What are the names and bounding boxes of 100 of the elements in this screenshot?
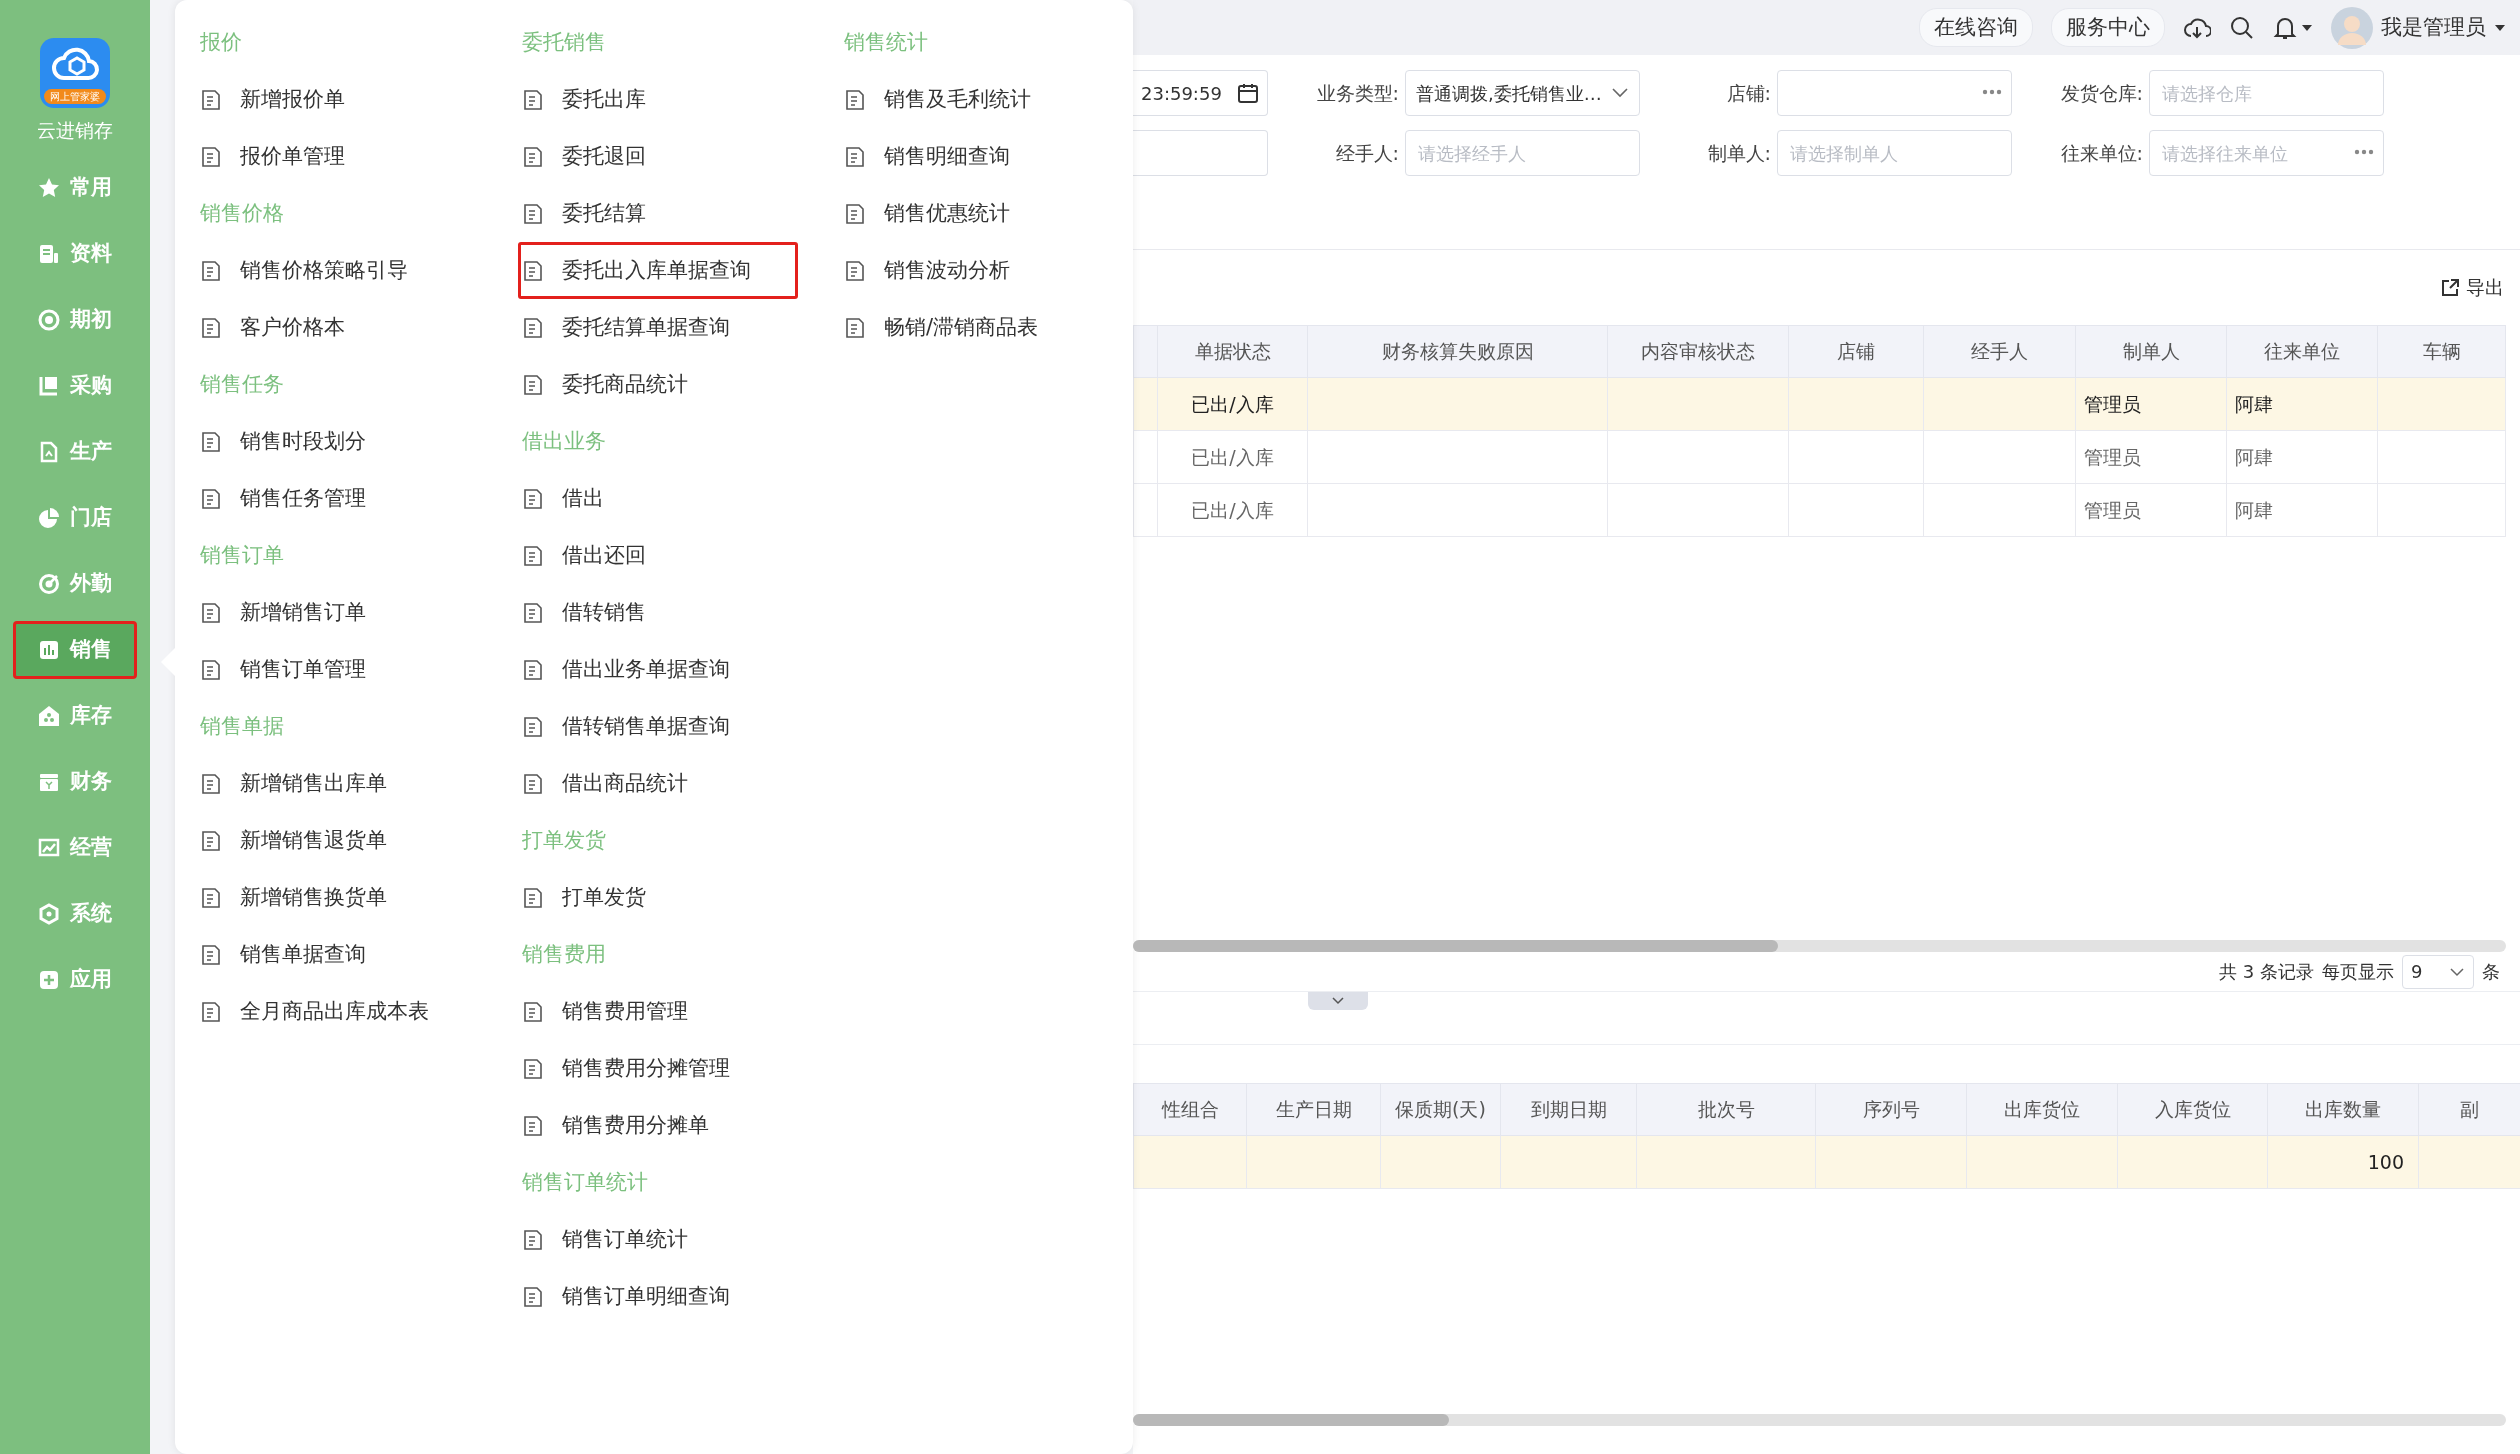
text-field[interactable]: 请选择仓库 [2149,70,2384,116]
target-icon [38,572,60,595]
text-field[interactable]: 请选择经手人 [1405,130,1640,176]
chart-icon [38,836,60,859]
table-cell: 管理员 [2075,377,2227,431]
document-icon [200,943,222,966]
menu-item[interactable]: 新增销售换货单 [196,869,476,926]
table-row[interactable]: 100 [1133,1135,2520,1189]
collapse-tab[interactable] [1308,992,1368,1010]
menu-item[interactable]: 销售任务管理 [196,470,476,527]
page-size-select[interactable]: 9 [2402,954,2474,989]
menu-item[interactable]: 销售费用管理 [518,983,798,1040]
column-header: 副 [2418,1083,2520,1136]
more-icon[interactable] [1982,89,2002,95]
menu-item[interactable]: 借出商品统计 [518,755,798,812]
document-icon [200,829,222,852]
table-cell: 100 [2267,1135,2419,1189]
document-icon [522,373,544,396]
menu-item[interactable]: 销售明细查询 [840,128,1120,185]
column-header: 出库数量 [2267,1083,2419,1136]
scrollbar-thumb[interactable] [1133,940,1779,952]
menu-item[interactable]: 委托商品统计 [518,356,798,413]
pie-chart-icon [38,506,60,529]
field-label: 经手人: [1334,140,1400,166]
topbar-button[interactable]: 在线咨询 [1919,7,2033,48]
menu-item[interactable]: 客户价格本 [196,299,476,356]
select-field[interactable]: 普通调拨,委托销售业… [1405,70,1640,116]
document-icon [200,601,222,624]
caret-icon [2301,23,2313,32]
text-field[interactable] [1133,130,1268,176]
text-field[interactable]: 请选择制单人 [1777,130,2012,176]
menu-item[interactable]: 打单发货 [518,869,798,926]
menu-item[interactable]: 销售优惠统计 [840,185,1120,242]
menu-group-heading: 销售价格 [200,199,285,227]
menu-item[interactable]: 销售单据查询 [196,926,476,983]
table-row[interactable]: 已出/入库 管理员 阿肆 [1133,483,2506,537]
menu-item[interactable]: 销售订单管理 [196,641,476,698]
page-size-value: 9 [2411,960,2423,984]
picker-field[interactable]: 请选择往来单位 [2149,130,2384,176]
picker-field[interactable] [1777,70,2012,116]
export-link[interactable]: 导出 [2440,273,2504,302]
table-row[interactable]: 已出/入库 管理员 阿肆 [1133,430,2506,484]
document-icon [522,1285,544,1308]
menu-item[interactable]: 销售订单统计 [518,1211,798,1268]
document-icon [522,202,544,225]
scrollbar-thumb[interactable] [1133,1414,1449,1426]
menu-item[interactable]: 销售价格策略引导 [196,242,476,299]
menu-item[interactable]: 借转销售 [518,584,798,641]
menu-item[interactable]: 借出还回 [518,527,798,584]
menu-item[interactable]: 新增销售出库单 [196,755,476,812]
document-icon [844,316,866,339]
menu-item[interactable]: 新增报价单 [196,71,476,128]
menu-group-heading: 打单发货 [522,826,607,854]
menu-group-heading: 销售单据 [200,712,285,740]
user-name[interactable]: 我是管理员 [2381,11,2486,44]
document-icon [522,715,544,738]
field-label: 往来单位: [2059,140,2144,166]
search-icon[interactable] [2229,14,2255,41]
column-header: 保质期(天) [1380,1083,1501,1136]
menu-item[interactable]: 借出 [518,470,798,527]
menu-item[interactable]: 委托退回 [518,128,798,185]
menu-item[interactable]: 委托出库 [518,71,798,128]
menu-item[interactable]: 借出业务单据查询 [518,641,798,698]
column-header: 车辆 [2377,325,2506,378]
menu-item[interactable]: 全月商品出库成本表 [196,983,476,1040]
scrollbar-track[interactable] [1133,1414,2506,1426]
column-header: 序列号 [1815,1083,1967,1136]
field-label: 发货仓库: [2059,80,2144,106]
table-cell: 已出/入库 [1157,483,1308,537]
file-icon [38,440,60,463]
menu-item[interactable]: 销售波动分析 [840,242,1120,299]
document-icon [522,658,544,681]
page-size-label: 每页显示 [2322,960,2394,984]
menu-group-heading: 借出业务 [522,427,607,455]
document-icon [200,316,222,339]
logo-badge-text: 网上管家婆 [44,89,106,104]
column-header: 内容审核状态 [1607,325,1789,378]
document-icon [522,1000,544,1023]
menu-item[interactable]: 委托结算 [518,185,798,242]
menu-item[interactable]: 销售订单明细查询 [518,1268,798,1325]
menu-item[interactable]: 销售时段划分 [196,413,476,470]
menu-item[interactable]: 新增销售退货单 [196,812,476,869]
column-header: 生产日期 [1246,1083,1381,1136]
topbar-button[interactable]: 服务中心 [2051,7,2165,48]
scrollbar-track[interactable] [1133,940,2506,952]
menu-group-heading: 销售订单统计 [522,1168,649,1196]
menu-item[interactable]: 销售费用分摊管理 [518,1040,798,1097]
menu-item[interactable]: 委托结算单据查询 [518,299,798,356]
more-icon[interactable] [2354,149,2374,155]
column-header: 入库货位 [2117,1083,2268,1136]
menu-item[interactable]: 报价单管理 [196,128,476,185]
menu-item[interactable]: 销售及毛利统计 [840,71,1120,128]
menu-item[interactable]: 畅销/滞销商品表 [840,299,1120,356]
menu-item[interactable]: 销售费用分摊单 [518,1097,798,1154]
menu-item[interactable]: 借转销售单据查询 [518,698,798,755]
document-icon [522,259,544,282]
menu-item[interactable]: 委托出入库单据查询 [518,242,798,299]
table-row[interactable]: 已出/入库 管理员 阿肆 [1133,377,2506,431]
menu-item[interactable]: 新增销售订单 [196,584,476,641]
date-field[interactable]: 23:59:59 [1133,70,1268,116]
